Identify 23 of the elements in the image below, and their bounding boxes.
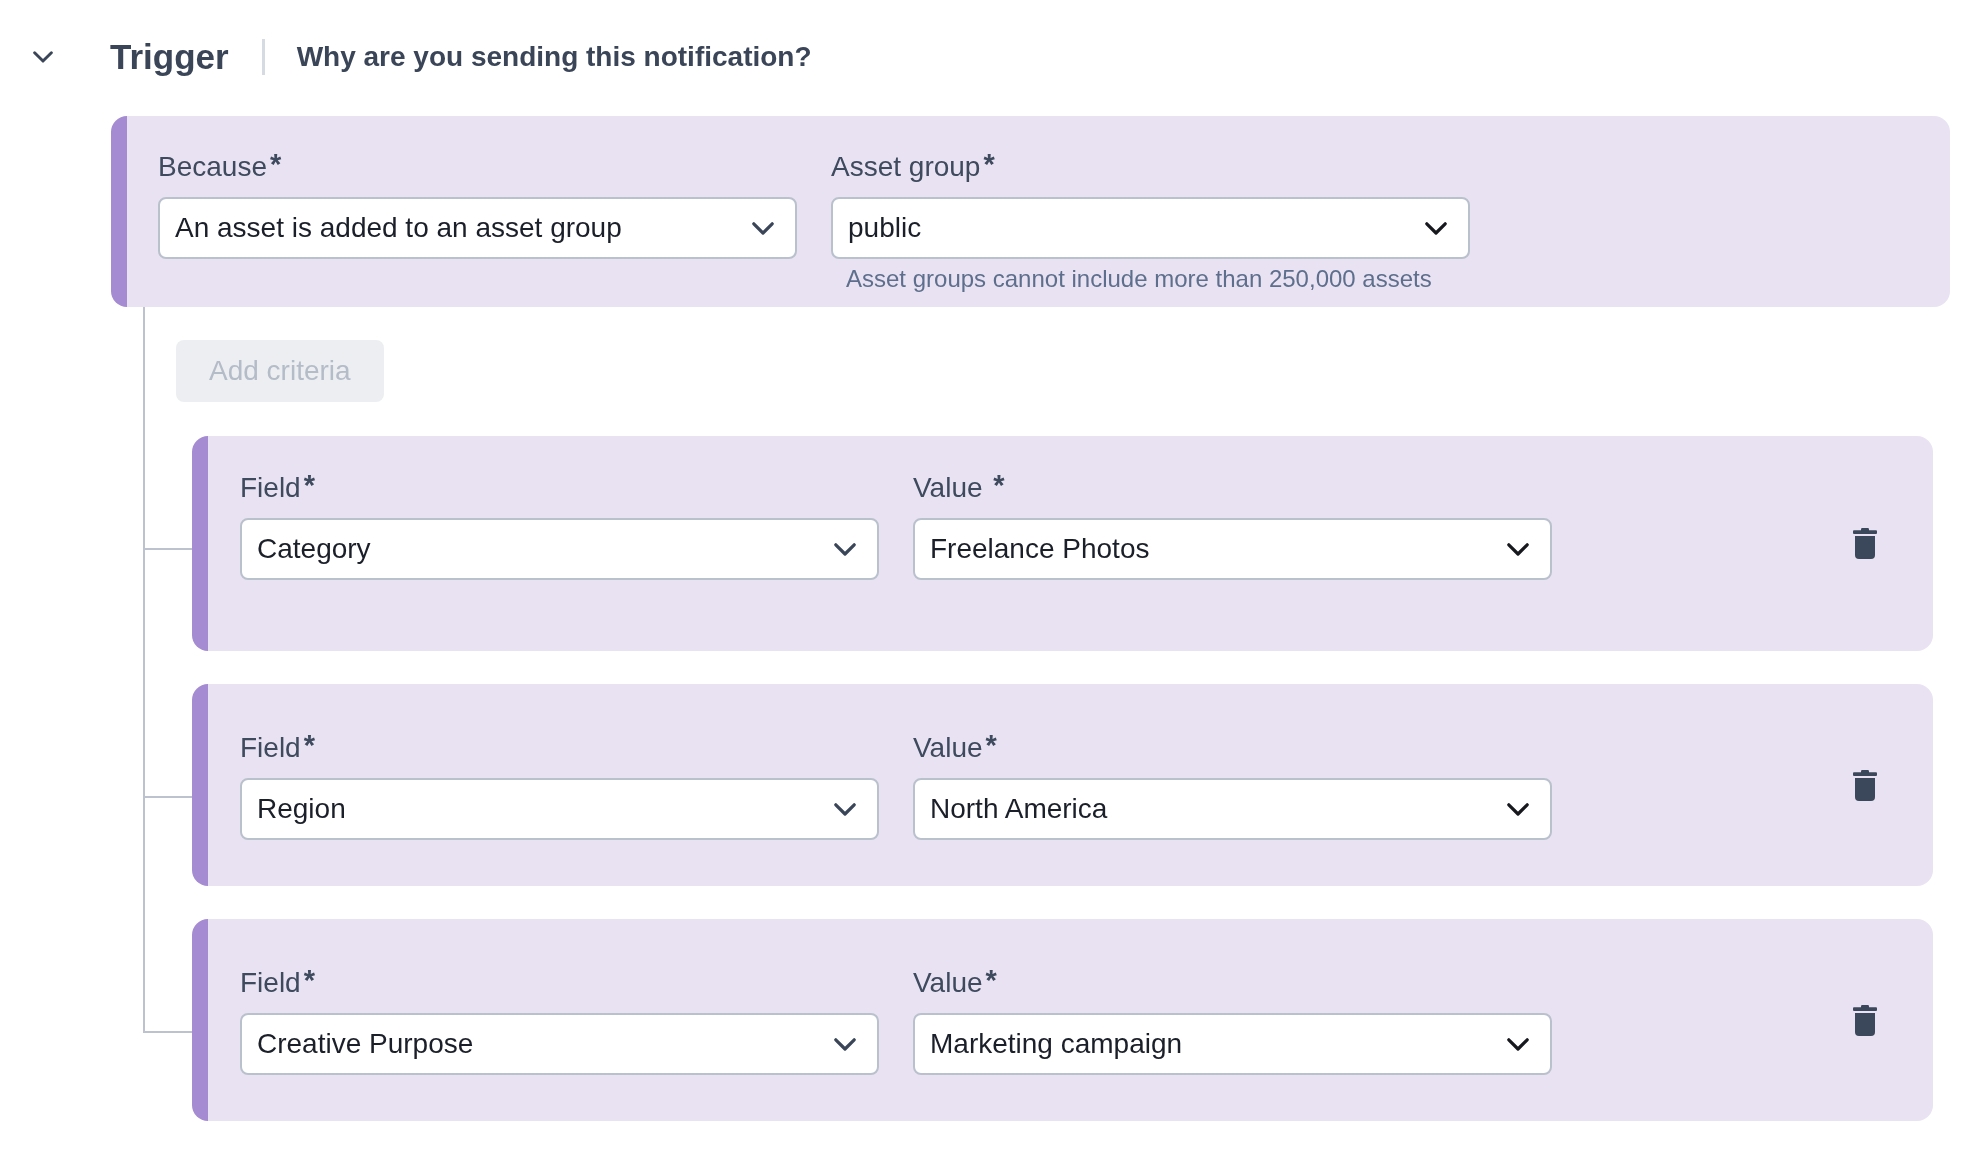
chevron-down-icon	[834, 542, 856, 556]
dropdown[interactable]: Category	[240, 518, 879, 580]
dropdown[interactable]: An asset is added to an asset group	[158, 197, 797, 259]
chevron-down-icon	[1507, 802, 1529, 816]
trash-icon	[1853, 1004, 1877, 1036]
chevron-down-icon	[1507, 1037, 1529, 1051]
dropdown[interactable]: Region	[240, 778, 879, 840]
trash-icon	[1853, 528, 1877, 559]
section-subtitle: Why are you sending this notification?	[296, 40, 812, 74]
section-title: Trigger	[110, 36, 229, 78]
chevron-down-icon	[752, 221, 774, 235]
dropdown[interactable]: public	[831, 197, 1470, 259]
dropdown[interactable]: Creative Purpose	[240, 1013, 879, 1075]
chevron-down-icon[interactable]	[33, 51, 53, 63]
dropdown[interactable]: North America	[913, 778, 1552, 840]
trash-icon	[1853, 769, 1877, 801]
dropdown[interactable]: Marketing campaign	[913, 1013, 1552, 1075]
chevron-down-icon	[834, 802, 856, 816]
dropdown[interactable]: Freelance Photos	[913, 518, 1552, 580]
helper-text: Asset groups cannot include more than 250,000 assets	[845, 265, 1433, 293]
chevron-down-icon	[834, 1037, 856, 1051]
chevron-down-icon	[1507, 542, 1529, 556]
chevron-down-icon	[1425, 221, 1447, 235]
